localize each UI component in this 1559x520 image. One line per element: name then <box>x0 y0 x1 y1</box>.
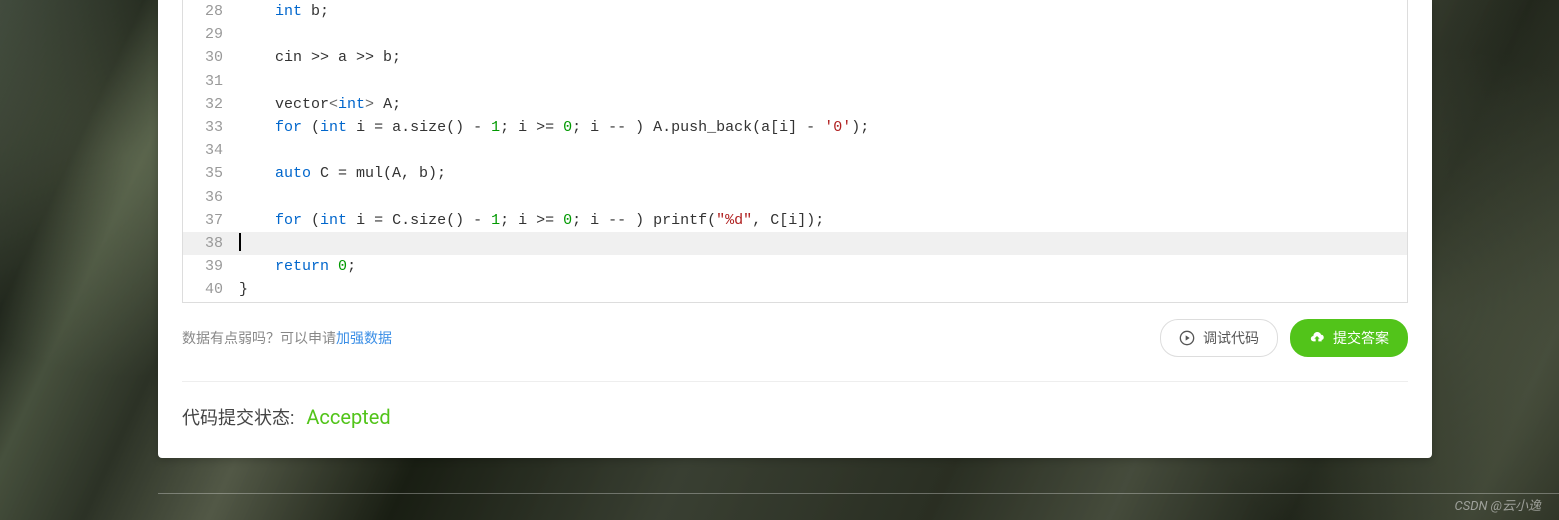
page-divider <box>158 493 1559 494</box>
line-content <box>233 70 248 93</box>
line-content: auto C = mul(A, b); <box>233 162 446 185</box>
line-number: 33 <box>183 116 233 139</box>
line-number: 28 <box>183 0 233 23</box>
line-number: 32 <box>183 93 233 116</box>
submit-button[interactable]: 提交答案 <box>1290 319 1408 357</box>
line-content: for (int i = C.size() - 1; i >= 0; i -- … <box>233 209 824 232</box>
line-content <box>233 139 248 162</box>
code-line[interactable]: 36 <box>183 186 1407 209</box>
code-line[interactable]: 29 <box>183 23 1407 46</box>
line-number: 40 <box>183 278 233 301</box>
line-content: return 0; <box>233 255 356 278</box>
line-number: 29 <box>183 23 233 46</box>
line-number: 34 <box>183 139 233 162</box>
code-line[interactable]: 32 vector<int> A; <box>183 93 1407 116</box>
code-line[interactable]: 35 auto C = mul(A, b); <box>183 162 1407 185</box>
editor-footer: 数据有点弱吗？可以申请加强数据 调试代码 提交答案 <box>158 311 1432 381</box>
code-line[interactable]: 33 for (int i = a.size() - 1; i >= 0; i … <box>183 116 1407 139</box>
cloud-upload-icon <box>1309 330 1325 346</box>
line-number: 39 <box>183 255 233 278</box>
debug-label: 调试代码 <box>1203 328 1259 348</box>
line-number: 36 <box>183 186 233 209</box>
code-line[interactable]: 34 <box>183 139 1407 162</box>
button-group: 调试代码 提交答案 <box>1160 319 1408 357</box>
code-line[interactable]: 39 return 0; <box>183 255 1407 278</box>
debug-button[interactable]: 调试代码 <box>1160 319 1278 357</box>
weak-data-text: 数据有点弱吗？可以申请 <box>182 331 336 347</box>
submit-label: 提交答案 <box>1333 328 1389 348</box>
main-panel: 28 int b;29 30 cin >> a >> b;31 32 vecto… <box>158 0 1432 458</box>
status-label: 代码提交状态: <box>182 404 294 430</box>
watermark: CSDN @云小逸 <box>1455 495 1542 514</box>
line-number: 35 <box>183 162 233 185</box>
code-line[interactable]: 28 int b; <box>183 0 1407 23</box>
code-line[interactable]: 30 cin >> a >> b; <box>183 46 1407 69</box>
submission-status: 代码提交状态: Accepted <box>158 382 1432 458</box>
line-number: 30 <box>183 46 233 69</box>
line-content: cin >> a >> b; <box>233 46 401 69</box>
text-cursor <box>239 233 241 251</box>
code-line[interactable]: 38 <box>183 232 1407 255</box>
line-content <box>233 23 248 46</box>
line-number: 38 <box>183 232 233 255</box>
code-line[interactable]: 37 for (int i = C.size() - 1; i >= 0; i … <box>183 209 1407 232</box>
code-line[interactable]: 40} <box>183 278 1407 301</box>
line-content: for (int i = a.size() - 1; i >= 0; i -- … <box>233 116 869 139</box>
line-content <box>233 232 241 255</box>
line-number: 37 <box>183 209 233 232</box>
line-content <box>233 186 248 209</box>
line-number: 31 <box>183 70 233 93</box>
line-content: int b; <box>233 0 329 23</box>
code-editor[interactable]: 28 int b;29 30 cin >> a >> b;31 32 vecto… <box>182 0 1408 303</box>
line-content: vector<int> A; <box>233 93 401 116</box>
line-content: } <box>233 278 248 301</box>
weak-data-notice: 数据有点弱吗？可以申请加强数据 <box>182 328 392 348</box>
play-circle-icon <box>1179 330 1195 346</box>
code-line[interactable]: 31 <box>183 70 1407 93</box>
status-value: Accepted <box>306 405 390 429</box>
strengthen-data-link[interactable]: 加强数据 <box>336 331 392 347</box>
